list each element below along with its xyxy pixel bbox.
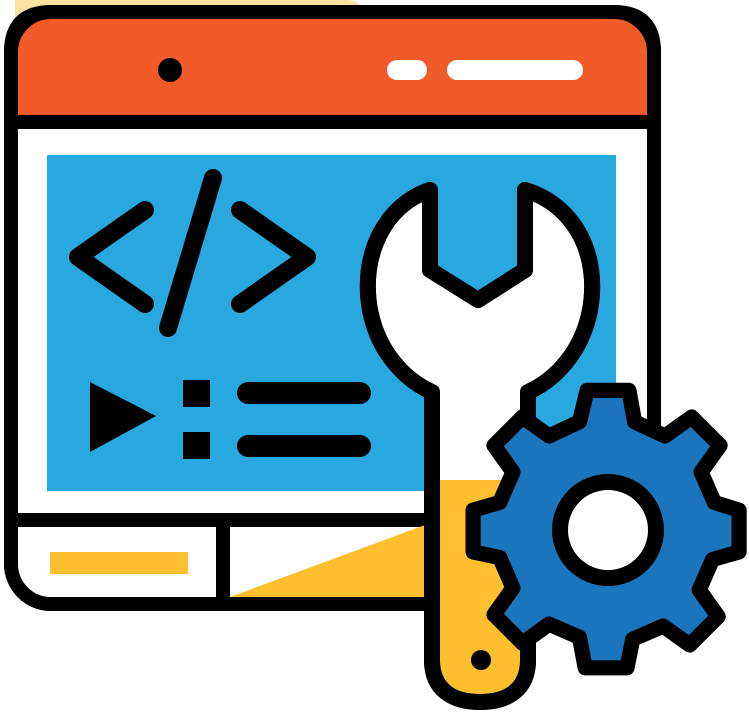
wrench-hole [471,650,491,670]
bottom-left-bar [50,552,188,574]
window-pill-short [387,60,427,80]
web-development-illustration [4,0,747,710]
illustration-stage [0,0,749,713]
window-pill-long [447,60,583,80]
gear-icon [465,382,747,676]
window-dot-icon [158,58,182,82]
